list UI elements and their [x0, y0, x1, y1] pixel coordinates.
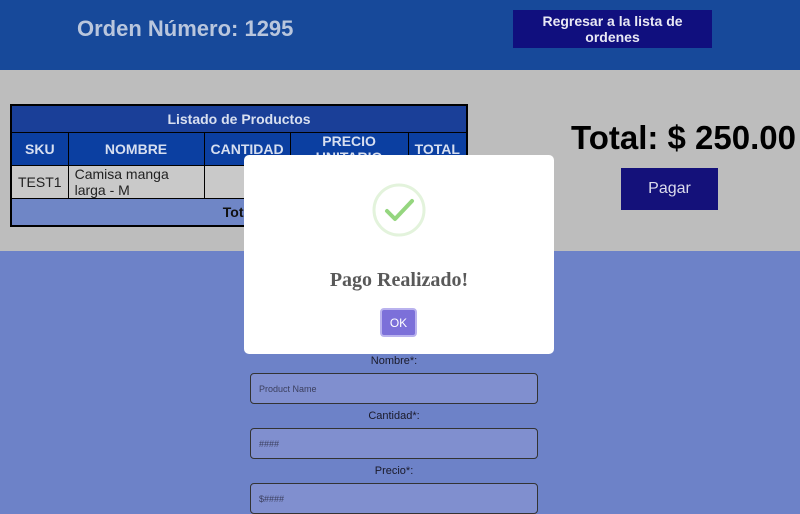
dialog-title: Pago Realizado!	[329, 269, 469, 291]
success-check-icon	[372, 183, 426, 237]
ok-button[interactable]: OK	[380, 308, 417, 337]
payment-success-dialog: Pago Realizado! OK	[244, 155, 554, 354]
